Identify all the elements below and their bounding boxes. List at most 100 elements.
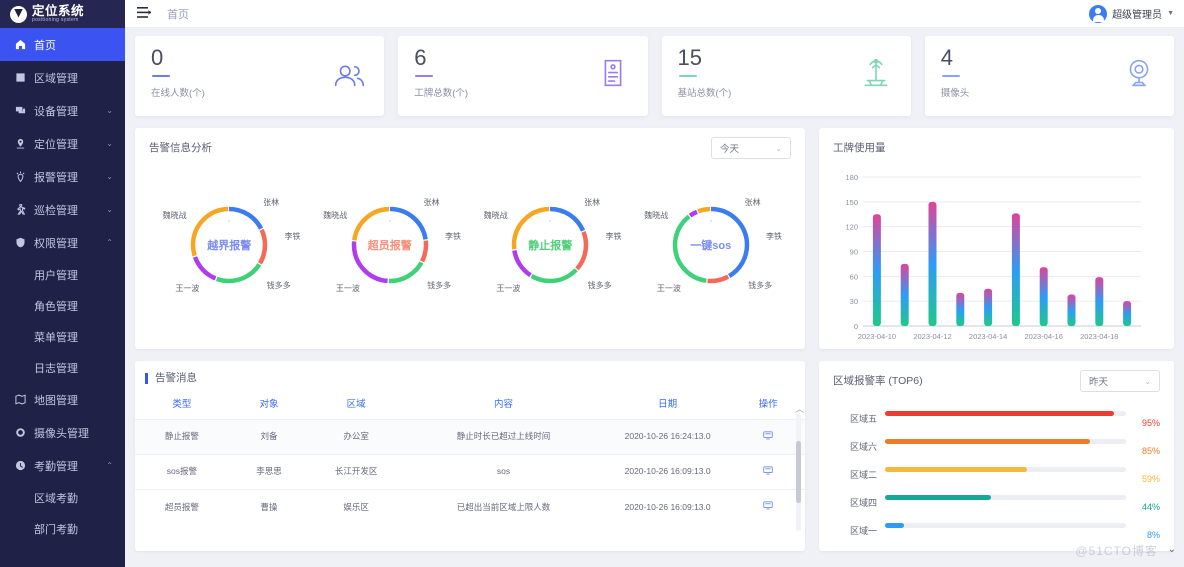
donut-slice-label: 钱多多 [748,280,773,290]
badge-usage-panel: 工牌使用量 0 30 60 90 120 150 180 2023-04-10 2023-04-… [819,128,1174,349]
stat-label: 工牌总数(个) [414,88,469,100]
sidebar-item-4[interactable]: 报警管理 ⌄ [0,160,125,193]
cell-area: 长江开发区 [309,453,403,490]
breadcrumb[interactable]: 首页 [167,6,189,22]
clock-icon [12,460,28,471]
cell-operation [731,418,805,455]
top6-period-select[interactable]: 昨天 ⌄ [1080,370,1160,392]
chevron-down-icon: ⌄ [106,105,113,115]
stat-card-1: 6 工牌总数(个) [398,36,648,116]
area-rate-row: 区域一 8% [833,516,1160,544]
chevron-down-icon[interactable]: ⌄ [1168,544,1176,555]
monitor-icon[interactable] [763,501,773,513]
sidebar-item-b2[interactable]: 考勤管理 ⌃ [0,449,125,482]
pin-icon [12,138,28,149]
sidebar-subitem-perm-2[interactable]: 菜单管理 [0,321,125,352]
stat-card-0: 0 在线人数(个) [135,36,385,116]
map-icon [12,394,28,405]
hamburger-icon[interactable] [137,5,151,23]
cell-date: 2020-10-26 16:09:13.0 [603,489,732,525]
area-rate-value: 95% [1141,418,1160,428]
donut-slice-label: 李铁 [765,231,782,241]
donut-slice-label: 钱多多 [427,280,452,290]
sidebar-item-b0[interactable]: 地图管理 [0,383,125,416]
stat-divider [152,75,170,78]
user-menu[interactable]: 超级管理员 ▼ [1089,4,1174,23]
monitor-icon[interactable] [763,466,773,478]
dashboard-content: 0 在线人数(个) 6 工牌总数(个) 15 基站总数(个) 4 摄像头 告警信息分析 今天 … [125,28,1184,567]
sidebar-item-0[interactable]: 首页 [0,28,125,61]
sidebar-subitem-label: 角色管理 [34,300,78,313]
patrol-icon [12,204,28,215]
donut-chart-1: 超员报警 张林 李铁 钱多多 王一波 魏晓战 [310,173,471,333]
home-icon [12,39,28,50]
donut-slice-label: 魏晓战 [323,211,348,221]
sidebar-item-label: 地图管理 [34,394,78,407]
donut-slice-label: 张林 [744,198,761,208]
progress-fill [885,522,905,528]
area-name: 区域四 [849,497,877,508]
sidebar-subitem-label: 区域考勤 [34,492,78,505]
area-rate-value: 85% [1141,446,1160,456]
chevron-up-icon: ⌃ [106,237,113,247]
area-rate-row: 区域六 85% [833,432,1160,460]
table-row: 超员报警 曹操 娱乐区 已超出当前区域上限人数 2020-10-26 16:09:13.… [135,489,805,525]
brand-logo-area: 定位系统 positioning system [0,0,125,28]
sidebar-item-6[interactable]: 权限管理 ⌃ [0,226,125,259]
chevron-down-icon: ⌄ [106,171,113,181]
monitor-icon[interactable] [763,430,773,443]
sidebar-item-5[interactable]: 巡检管理 ⌄ [0,193,125,226]
sidebar-item-2[interactable]: 设备管理 ⌄ [0,94,125,127]
progress-track [885,410,1126,416]
sidebar-item-1[interactable]: 区域管理 [0,61,125,94]
stat-divider [941,75,960,78]
sidebar-item-label: 首页 [34,39,56,52]
top-bar: 首页 超级管理员 ▼ [125,0,1184,28]
alarm-messages-table: 类型 对象 区域 内容 日期 操作 静止报警 刘备 办公室 静止时长已超过上线时间 2020-10… [135,384,805,525]
donut-slice-label: 李铁 [444,231,461,241]
donut-center-label: 一键sos [690,240,732,252]
donut-slice-label: 张林 [584,198,601,208]
alarm-period-select[interactable]: 今天 ⌄ [711,137,791,159]
cell-area: 娱乐区 [309,489,403,525]
alarm-period-value: 今天 [720,144,740,155]
sidebar-subitem-label: 用户管理 [34,269,78,282]
svg-text:2023-04-12: 2023-04-12 [913,332,951,341]
sidebar-subitem-att-1[interactable]: 部门考勤 [0,513,125,544]
sidebar-subitem-perm-1[interactable]: 角色管理 [0,290,125,321]
sidebar-subitem-att-0[interactable]: 区域考勤 [0,482,125,513]
cell-date: 2020-10-26 16:09:13.0 [603,453,732,490]
chevron-down-icon: ⌄ [106,138,113,148]
donut-charts-group: 越界报警 张林 李铁 钱多多 王一波 魏晓战 超员报警 张林 李铁 钱多多 王一波 魏晓战 静止报警 张林… [149,173,791,333]
sidebar-subitem-perm-3[interactable]: 日志管理 [0,352,125,383]
sidebar-item-b1[interactable]: 摄像头管理 [0,416,125,449]
svg-text:2023-04-14: 2023-04-14 [969,332,1007,341]
column-header: 对象 [259,398,279,410]
area-rate-row: 区域二 59% [833,460,1160,488]
analysis-row: 告警信息分析 今天 ⌄ 越界报警 张林 李铁 钱多多 王一波 魏晓战 超员报警 张林 李铁 钱多多… [135,128,1174,349]
svg-text:0: 0 [854,322,858,331]
app-root: 定位系统 positioning system 首页区域管理 设备管理 ⌄ 定位管理 ⌄… [0,0,1184,567]
donut-slice-label: 魏晓战 [644,211,669,221]
table-scrollbar[interactable] [796,413,801,531]
sidebar-item-label: 权限管理 [34,237,78,250]
cell-object: 刘备 [228,418,310,455]
cell-operation [731,453,805,490]
sidebar-item-label: 报警管理 [34,171,78,184]
sidebar-item-label: 巡检管理 [34,204,78,217]
stat-value: 4 [940,45,953,70]
donut-slice-label: 王一波 [335,283,360,293]
cell-content: sos [402,453,604,490]
brand-name: 定位系统 [32,3,85,18]
svg-text:30: 30 [850,297,858,306]
sidebar-item-3[interactable]: 定位管理 ⌄ [0,127,125,160]
sidebar-subitem-perm-0[interactable]: 用户管理 [0,259,125,290]
donut-center-label: 越界报警 [207,240,252,252]
stat-card-3: 4 摄像头 [924,36,1174,116]
alarm-messages-title: 告警消息 [145,373,805,384]
alarm-analysis-panel: 告警信息分析 今天 ⌄ 越界报警 张林 李铁 钱多多 王一波 魏晓战 超员报警 张林 李铁 钱多多… [135,128,805,349]
area-name: 区域一 [849,525,877,536]
stat-label: 基站总数(个) [677,88,732,100]
donut-chart-2: 静止报警 张林 李铁 钱多多 王一波 魏晓战 [470,173,631,333]
brand-subtitle: positioning system [32,17,79,24]
